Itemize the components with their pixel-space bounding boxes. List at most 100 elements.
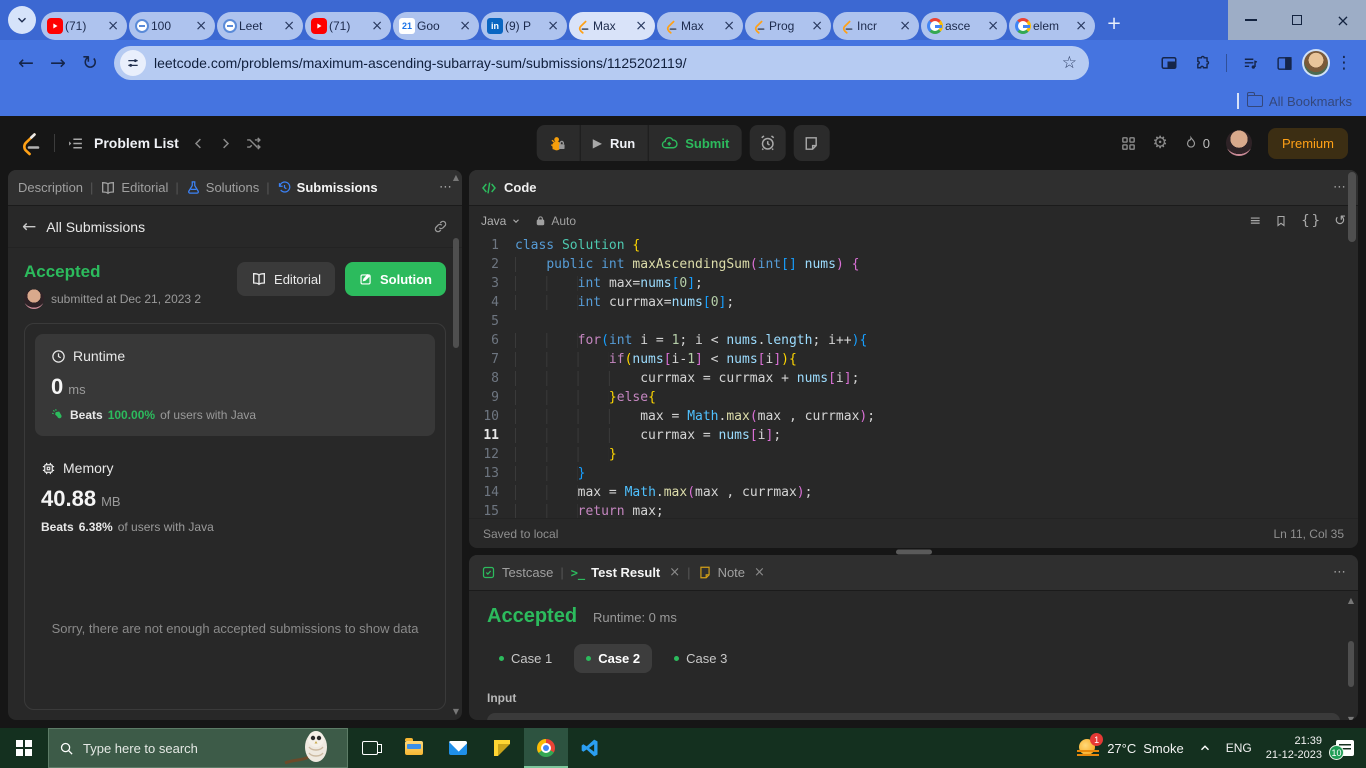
next-problem-button[interactable] bbox=[218, 136, 233, 151]
tab-solutions[interactable]: Solutions bbox=[186, 180, 259, 195]
tab-close-button[interactable]: × bbox=[369, 19, 385, 33]
scroll-up-arrow[interactable]: ▲ bbox=[1347, 597, 1355, 605]
scroll-down-arrow[interactable]: ▼ bbox=[1347, 716, 1355, 721]
resize-handle[interactable] bbox=[895, 549, 932, 554]
timer-button[interactable] bbox=[749, 125, 786, 161]
tab-description[interactable]: Description bbox=[18, 180, 83, 195]
browser-tab[interactable]: Max × bbox=[657, 12, 743, 40]
browser-tab[interactable]: Leet × bbox=[217, 12, 303, 40]
code-scrollbar-thumb[interactable] bbox=[1348, 172, 1356, 242]
tab-close-button[interactable]: × bbox=[281, 19, 297, 33]
picture-in-picture-icon[interactable] bbox=[1153, 47, 1185, 79]
forward-button[interactable]: → bbox=[42, 47, 74, 79]
media-playlist-icon[interactable] bbox=[1234, 47, 1266, 79]
scroll-up-arrow[interactable]: ▲ bbox=[452, 174, 460, 182]
code-line[interactable]: 9 }else{ bbox=[469, 388, 1358, 407]
profile-avatar[interactable] bbox=[1302, 49, 1330, 77]
auto-toggle[interactable]: Auto bbox=[535, 214, 576, 228]
taskbar-search[interactable]: Type here to search bbox=[48, 728, 348, 768]
result-panel-menu-icon[interactable]: ⋯ bbox=[1333, 565, 1346, 580]
tab-close-button[interactable]: × bbox=[105, 19, 121, 33]
tab-close-button[interactable]: × bbox=[633, 19, 649, 33]
tab-submissions[interactable]: Submissions bbox=[277, 180, 378, 195]
extensions-icon[interactable] bbox=[1187, 47, 1219, 79]
tab-close-button[interactable]: × bbox=[669, 565, 680, 580]
runtime-stat[interactable]: Runtime 0 ms Beats 100.00% of users with … bbox=[35, 334, 435, 436]
tab-test-result[interactable]: >_ Test Result bbox=[571, 565, 661, 580]
back-arrow-icon[interactable]: ← bbox=[22, 217, 36, 237]
scroll-down-arrow[interactable]: ▼ bbox=[452, 708, 460, 716]
language-indicator[interactable]: ENG bbox=[1226, 741, 1252, 755]
premium-button[interactable]: Premium bbox=[1267, 127, 1348, 159]
case-chip[interactable]: Case 1 bbox=[487, 644, 564, 673]
tab-close-button[interactable]: × bbox=[754, 565, 765, 580]
debug-button[interactable] bbox=[537, 125, 580, 161]
tab-close-button[interactable]: × bbox=[721, 19, 737, 33]
user-avatar[interactable] bbox=[1225, 130, 1252, 156]
reset-code-icon[interactable]: ↺ bbox=[1334, 213, 1346, 229]
reload-button[interactable]: ↻ bbox=[74, 47, 106, 79]
browser-tab[interactable]: 100 × bbox=[129, 12, 215, 40]
new-tab-button[interactable]: + bbox=[1100, 9, 1128, 37]
browser-tab[interactable]: Incr × bbox=[833, 12, 919, 40]
chrome-button[interactable] bbox=[524, 728, 568, 768]
url-text[interactable]: leetcode.com/problems/maximum-ascending-… bbox=[154, 55, 1056, 71]
bookmark-star-icon[interactable]: ☆ bbox=[1056, 53, 1083, 73]
copy-link-icon[interactable] bbox=[433, 219, 448, 234]
code-line[interactable]: 10 max = Math.max(max , currmax); bbox=[469, 407, 1358, 426]
layout-button[interactable] bbox=[1120, 135, 1137, 152]
browser-tab[interactable]: Prog × bbox=[745, 12, 831, 40]
code-line[interactable]: 12 } bbox=[469, 445, 1358, 464]
submit-button[interactable]: Submit bbox=[647, 125, 741, 161]
left-panel-scrollbar[interactable]: ▲ ▼ bbox=[451, 174, 461, 716]
tab-close-button[interactable]: × bbox=[897, 19, 913, 33]
browser-tab[interactable]: in (9) P × bbox=[481, 12, 567, 40]
code-line[interactable]: 1 class Solution { bbox=[469, 236, 1358, 255]
notification-button[interactable]: 10 bbox=[1329, 740, 1354, 760]
scrollbar-thumb[interactable] bbox=[453, 238, 459, 348]
tab-close-button[interactable]: × bbox=[193, 19, 209, 33]
streak-counter[interactable]: 0 bbox=[1184, 135, 1210, 151]
code-editor[interactable]: 1 class Solution {2 public int maxAscendi… bbox=[469, 236, 1358, 518]
code-line[interactable]: 11 currmax = nums[i]; bbox=[469, 426, 1358, 445]
code-line[interactable]: 8 currmax = currmax + nums[i]; bbox=[469, 369, 1358, 388]
result-scrollbar[interactable]: ▲ ▼ bbox=[1346, 597, 1356, 721]
code-line[interactable]: 14 max = Math.max(max , currmax); bbox=[469, 483, 1358, 502]
side-panel-icon[interactable] bbox=[1268, 47, 1300, 79]
editorial-button[interactable]: Editorial bbox=[237, 262, 335, 296]
bookmark-icon[interactable] bbox=[1275, 214, 1287, 228]
all-submissions-label[interactable]: All Submissions bbox=[46, 219, 145, 235]
code-line[interactable]: 15 return max; bbox=[469, 502, 1358, 518]
tab-note[interactable]: Note bbox=[698, 565, 745, 580]
browser-tab[interactable]: (71) × bbox=[41, 12, 127, 40]
tab-close-button[interactable]: × bbox=[545, 19, 561, 33]
site-info-icon[interactable] bbox=[120, 50, 146, 76]
notes-button[interactable] bbox=[793, 125, 830, 161]
code-line[interactable]: 7 if(nums[i-1] < nums[i]){ bbox=[469, 350, 1358, 369]
language-selector[interactable]: Java bbox=[481, 214, 521, 228]
tab-search-button[interactable] bbox=[8, 6, 36, 34]
prev-problem-button[interactable] bbox=[191, 136, 206, 151]
browser-tab[interactable]: (71) × bbox=[305, 12, 391, 40]
code-line[interactable]: 4 int currmax=nums[0]; bbox=[469, 293, 1358, 312]
weather-widget[interactable]: 1 27°C Smoke bbox=[1077, 733, 1184, 759]
code-line[interactable]: 3 int max=nums[0]; bbox=[469, 274, 1358, 293]
browser-tab[interactable]: Max × bbox=[569, 12, 655, 40]
all-bookmarks-button[interactable]: All Bookmarks bbox=[1246, 92, 1352, 109]
braces-icon[interactable]: { } bbox=[1301, 213, 1320, 229]
solution-button[interactable]: Solution bbox=[345, 262, 446, 296]
restore-button[interactable] bbox=[1274, 0, 1320, 40]
tab-close-button[interactable]: × bbox=[985, 19, 1001, 33]
mail-button[interactable] bbox=[436, 728, 480, 768]
task-view-button[interactable] bbox=[348, 728, 392, 768]
case-chip[interactable]: Case 2 bbox=[574, 644, 653, 673]
run-button[interactable]: ▶ Run bbox=[579, 125, 648, 161]
code-panel-menu-icon[interactable]: ⋯ bbox=[1333, 180, 1346, 195]
settings-gear-icon[interactable]: ⚙ bbox=[1153, 133, 1168, 153]
random-problem-button[interactable] bbox=[245, 135, 262, 152]
sticky-notes-button[interactable] bbox=[480, 728, 524, 768]
code-line[interactable]: 13 } bbox=[469, 464, 1358, 483]
scrollbar-thumb[interactable] bbox=[1348, 641, 1354, 687]
tab-editorial[interactable]: Editorial bbox=[100, 180, 168, 196]
browser-tab[interactable]: 21 Goo × bbox=[393, 12, 479, 40]
